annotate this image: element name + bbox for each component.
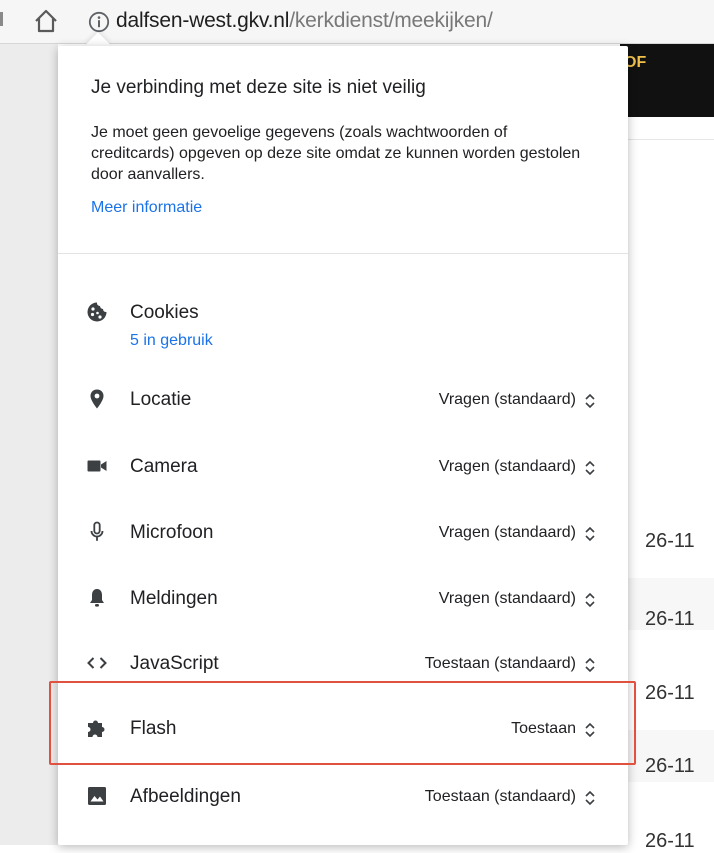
url-host: dalfsen-west.gkv.nl bbox=[116, 9, 290, 32]
permission-label: Afbeeldingen bbox=[130, 786, 241, 807]
permission-row-images: Afbeeldingen Toestaan (standaard) bbox=[58, 780, 628, 820]
microphone-icon bbox=[90, 521, 104, 541]
permission-label: JavaScript bbox=[130, 653, 219, 674]
cookies-label: Cookies bbox=[130, 302, 199, 323]
home-icon[interactable] bbox=[33, 8, 59, 34]
permission-row-camera: Camera Vragen (standaard) bbox=[58, 450, 628, 490]
browser-toolbar: dalfsen-west.gkv.nl/kerkdienst/meekijken… bbox=[0, 0, 714, 44]
select-stepper-icon[interactable] bbox=[584, 790, 596, 806]
permission-row-notifications: Meldingen Vragen (standaard) bbox=[58, 582, 628, 622]
more-info-link[interactable]: Meer informatie bbox=[91, 199, 202, 217]
permission-row-microphone: Microfoon Vragen (standaard) bbox=[58, 516, 628, 556]
select-stepper-icon[interactable] bbox=[584, 393, 596, 409]
location-pin-icon bbox=[90, 389, 104, 409]
date-cell: 26-11 bbox=[645, 830, 695, 852]
cookie-icon bbox=[87, 302, 107, 322]
permission-select[interactable]: Toestaan (standaard) bbox=[425, 655, 576, 673]
permission-label: Meldingen bbox=[130, 588, 218, 609]
permission-select[interactable]: Vragen (standaard) bbox=[439, 524, 576, 542]
code-icon bbox=[87, 657, 107, 669]
permission-select[interactable]: Vragen (standaard) bbox=[439, 590, 576, 608]
address-bar[interactable]: dalfsen-west.gkv.nl/kerkdienst/meekijken… bbox=[116, 8, 493, 34]
permission-select[interactable]: Vragen (standaard) bbox=[439, 391, 576, 409]
bell-icon bbox=[90, 589, 104, 607]
cookies-in-use-link[interactable]: 5 in gebruik bbox=[130, 332, 213, 350]
camera-icon bbox=[87, 460, 107, 472]
date-cell: 26-11 bbox=[645, 755, 695, 777]
permission-select[interactable]: Toestaan (standaard) bbox=[425, 788, 576, 806]
permission-row-location: Locatie Vragen (standaard) bbox=[58, 383, 628, 423]
flash-highlight-box bbox=[49, 681, 636, 765]
date-cell: 26-11 bbox=[645, 608, 695, 630]
cookies-row: Cookies 5 in gebruik bbox=[58, 296, 628, 349]
info-icon[interactable] bbox=[88, 11, 110, 33]
permission-label: Locatie bbox=[130, 389, 192, 410]
connection-warning-title: Je verbinding met deze site is niet veil… bbox=[91, 77, 426, 98]
date-cell: 26-11 bbox=[645, 530, 695, 552]
popup-divider bbox=[58, 253, 628, 254]
permission-label: Microfoon bbox=[130, 522, 214, 543]
image-icon bbox=[88, 787, 106, 805]
permission-label: Camera bbox=[130, 456, 198, 477]
date-cell: 26-11 bbox=[645, 682, 695, 704]
select-stepper-icon[interactable] bbox=[584, 592, 596, 608]
url-path: /kerkdienst/meekijken/ bbox=[289, 9, 493, 32]
select-stepper-icon[interactable] bbox=[584, 460, 596, 476]
toolbar-edge-mark bbox=[0, 12, 3, 26]
select-stepper-icon[interactable] bbox=[584, 657, 596, 673]
permission-select[interactable]: Vragen (standaard) bbox=[439, 458, 576, 476]
connection-warning-description: Je moet geen gevoelige gegevens (zoals w… bbox=[91, 124, 581, 183]
select-stepper-icon[interactable] bbox=[584, 526, 596, 542]
